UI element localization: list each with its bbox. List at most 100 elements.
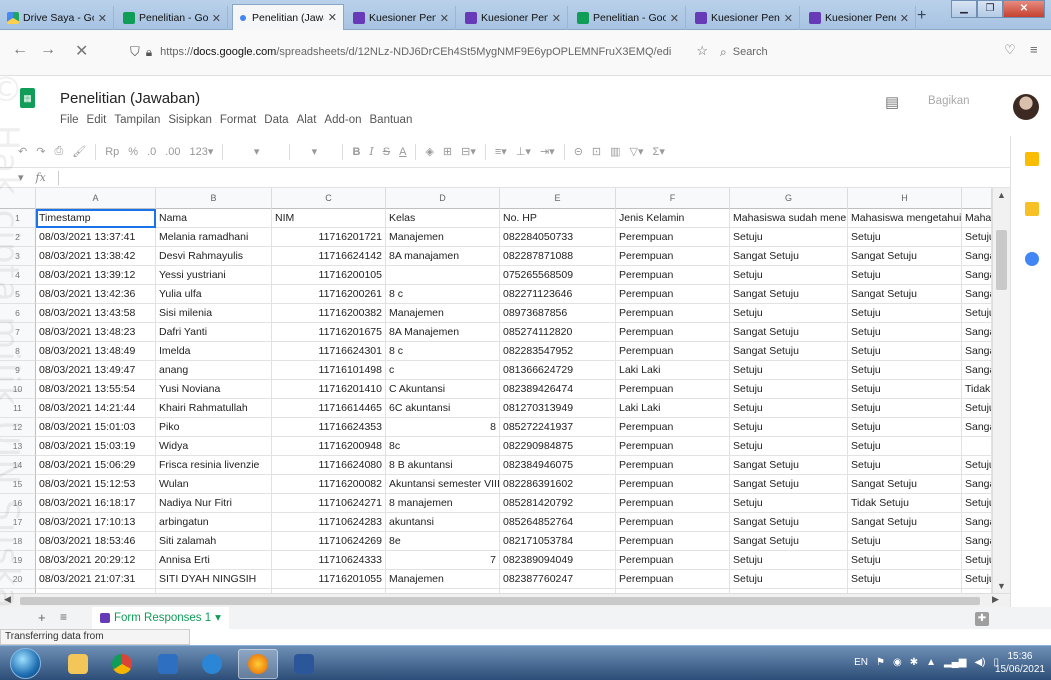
table-cell[interactable]: Perempuan <box>616 247 730 266</box>
upload-icon[interactable]: ▲ <box>926 657 936 668</box>
column-title-cell[interactable]: Mahasiswa sudah menen <box>730 209 848 228</box>
ie-taskbar-button[interactable] <box>192 649 232 679</box>
table-cell[interactable]: 08/03/2021 13:49:47 <box>36 361 156 380</box>
browser-tab[interactable]: Penelitian - Goo ✕ <box>118 6 228 30</box>
table-cell[interactable]: 08/03/2021 13:48:23 <box>36 323 156 342</box>
table-cell[interactable]: Manajemen <box>386 304 500 323</box>
table-cell[interactable]: c <box>386 361 500 380</box>
stop-icon[interactable]: ✕ <box>75 41 88 61</box>
sheet-tab[interactable]: Form Responses 1 ▾ <box>92 607 229 629</box>
column-header[interactable]: E <box>500 188 616 209</box>
explore-icon[interactable]: ✚ <box>975 612 989 626</box>
close-tab-icon[interactable]: ✕ <box>98 12 107 25</box>
table-cell[interactable]: 08/03/2021 15:06:29 <box>36 456 156 475</box>
search-input[interactable]: ⌕ Search <box>720 38 1020 66</box>
table-cell[interactable]: Perempuan <box>616 228 730 247</box>
column-header[interactable]: F <box>616 188 730 209</box>
table-cell[interactable]: 08973687856 <box>500 304 616 323</box>
table-cell[interactable]: Sanga <box>962 475 992 494</box>
column-header[interactable]: A <box>36 188 156 209</box>
table-cell[interactable]: 081270313949 <box>500 399 616 418</box>
scroll-thumb[interactable] <box>20 597 980 605</box>
row-header[interactable]: 10 <box>0 380 36 399</box>
table-cell[interactable]: 11710624283 <box>272 513 386 532</box>
close-tab-icon[interactable]: ✕ <box>784 12 793 25</box>
table-cell[interactable]: Sangat Setuju <box>848 247 962 266</box>
volume-icon[interactable]: ◀) <box>974 657 985 668</box>
table-cell[interactable]: Sanga <box>962 532 992 551</box>
currency-format-button[interactable]: Rp <box>105 146 119 158</box>
table-cell[interactable]: C Akuntansi <box>386 380 500 399</box>
table-cell[interactable]: Setuju <box>848 304 962 323</box>
close-tab-icon[interactable]: ✕ <box>670 12 679 25</box>
flag-icon[interactable]: ⚑ <box>876 657 885 668</box>
lock-icon[interactable]: 🔒︎ <box>146 45 152 60</box>
table-cell[interactable]: Perempuan <box>616 551 730 570</box>
table-cell[interactable]: Melania ramadhani <box>156 228 272 247</box>
table-cell[interactable]: 082290984875 <box>500 437 616 456</box>
row-header[interactable]: 9 <box>0 361 36 380</box>
forward-icon[interactable]: → <box>40 41 56 59</box>
start-button[interactable] <box>10 648 41 679</box>
table-cell[interactable]: Sangat Setuju <box>730 475 848 494</box>
column-header[interactable] <box>962 188 992 209</box>
text-wrap-icon[interactable]: ⇥▾ <box>540 145 555 158</box>
table-cell[interactable]: 8c <box>386 437 500 456</box>
table-cell[interactable]: 8 manajemen <box>386 494 500 513</box>
table-cell[interactable]: 11716200382 <box>272 304 386 323</box>
close-tab-icon[interactable]: ✕ <box>440 12 449 25</box>
browser-tab[interactable]: Penelitian - Goo ✕ <box>572 6 686 30</box>
tray-app-icon[interactable]: ✱ <box>910 657 918 668</box>
table-cell[interactable]: arbingatun <box>156 513 272 532</box>
table-cell[interactable]: 08/03/2021 15:12:53 <box>36 475 156 494</box>
table-cell[interactable]: 11716624353 <box>272 418 386 437</box>
table-cell[interactable]: 08/03/2021 13:42:36 <box>36 285 156 304</box>
minimize-button[interactable]: ▁ <box>951 0 977 18</box>
table-cell[interactable]: 08/03/2021 13:38:42 <box>36 247 156 266</box>
browser-tab[interactable]: Kuesioner Peneli ✕ <box>690 6 800 30</box>
table-cell[interactable]: Desvi Rahmayulis <box>156 247 272 266</box>
table-cell[interactable]: Setuju <box>848 570 962 589</box>
table-cell[interactable]: Dafri Yanti <box>156 323 272 342</box>
table-cell[interactable]: Setuju <box>730 399 848 418</box>
media-taskbar-button[interactable] <box>148 649 188 679</box>
all-sheets-button[interactable]: ≡ <box>60 610 67 624</box>
table-cell[interactable]: akuntansi <box>386 513 500 532</box>
table-cell[interactable]: Setuju <box>730 228 848 247</box>
table-cell[interactable]: Widya <box>156 437 272 456</box>
table-cell[interactable]: Setuju <box>962 304 992 323</box>
table-cell[interactable]: Setuju <box>730 418 848 437</box>
table-cell[interactable]: Nadiya Nur Fitri <box>156 494 272 513</box>
formula-input[interactable] <box>59 169 1010 187</box>
table-cell[interactable]: Setuju <box>848 418 962 437</box>
row-header[interactable]: 2 <box>0 228 36 247</box>
table-cell[interactable]: 11716624301 <box>272 342 386 361</box>
table-cell[interactable]: Perempuan <box>616 437 730 456</box>
paint-format-icon[interactable]: 🖌︎ <box>72 145 86 158</box>
table-cell[interactable]: 7 <box>386 551 500 570</box>
menu-item-alat[interactable]: Alat <box>297 114 317 126</box>
table-cell[interactable]: Tidak <box>962 380 992 399</box>
insert-chart-icon[interactable]: ▥ <box>610 145 620 158</box>
column-header[interactable]: H <box>848 188 962 209</box>
table-cell[interactable]: Sanga <box>962 285 992 304</box>
table-cell[interactable]: 11716200948 <box>272 437 386 456</box>
table-cell[interactable]: 08/03/2021 16:18:17 <box>36 494 156 513</box>
table-cell[interactable]: 8A Manajemen <box>386 323 500 342</box>
browser-tab[interactable]: Kuesioner Peneli ✕ <box>804 6 916 30</box>
table-cell[interactable]: Manajemen <box>386 570 500 589</box>
table-cell[interactable]: 082283547952 <box>500 342 616 361</box>
avatar[interactable] <box>1013 94 1039 120</box>
horizontal-scrollbar[interactable]: ◀ ▶ <box>0 593 1010 607</box>
table-cell[interactable]: Sanga <box>962 247 992 266</box>
table-cell[interactable]: anang <box>156 361 272 380</box>
table-cell[interactable]: 082171053784 <box>500 532 616 551</box>
table-cell[interactable]: 11716201410 <box>272 380 386 399</box>
number-format-dropdown[interactable]: 123▾ <box>190 145 214 158</box>
table-cell[interactable]: Khairi Rahmatullah <box>156 399 272 418</box>
scroll-down-icon[interactable]: ▼ <box>997 581 1006 591</box>
close-tab-icon[interactable]: ✕ <box>328 11 337 24</box>
calendar-icon[interactable] <box>1025 152 1039 166</box>
table-cell[interactable]: 8 c <box>386 285 500 304</box>
table-cell[interactable]: Perempuan <box>616 532 730 551</box>
